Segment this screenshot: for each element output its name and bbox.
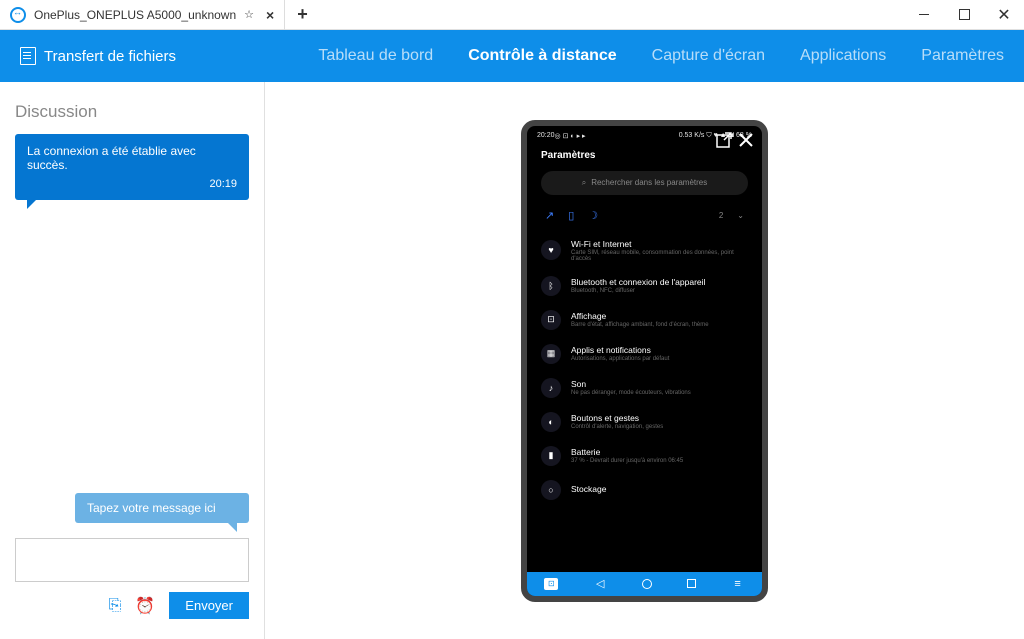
- setting-title: Affichage: [571, 311, 709, 321]
- setting-subtitle: Ne pas déranger, mode écouteurs, vibrati…: [571, 390, 691, 396]
- phone-search[interactable]: ⌕ Rechercher dans les paramètres: [541, 171, 748, 195]
- favorite-star-icon[interactable]: ☆: [244, 8, 254, 21]
- settings-item[interactable]: ○ Stockage: [527, 473, 762, 507]
- send-row: ⎘ ⏰ Envoyer: [15, 592, 249, 619]
- new-tab-button[interactable]: +: [285, 4, 320, 25]
- chevron-down-icon[interactable]: ⌄: [737, 211, 744, 220]
- message-input[interactable]: [15, 538, 249, 582]
- status-time: 20:20: [537, 132, 555, 139]
- popout-icon[interactable]: [716, 132, 732, 148]
- setting-title: Batterie: [571, 447, 683, 457]
- setting-title: Bluetooth et connexion de l'appareil: [571, 277, 705, 287]
- settings-item[interactable]: ᛒ Bluetooth et connexion de l'appareil B…: [527, 269, 762, 303]
- chat-message-time: 20:19: [27, 178, 237, 190]
- file-transfer-icon: [20, 47, 36, 65]
- chat-sidebar: Discussion La connexion a été établie av…: [0, 82, 265, 639]
- settings-item[interactable]: ♥ Wi-Fi et Internet Carte SIM, réseau mo…: [527, 232, 762, 269]
- quick-toggles: ↗ ▯ ☽ 2 ⌄: [527, 205, 762, 232]
- chat-message: La connexion a été établie avec succès. …: [15, 134, 249, 200]
- minimize-button[interactable]: [904, 0, 944, 30]
- settings-item[interactable]: ◐ Boutons et gestes Contrôl d'alerte, na…: [527, 405, 762, 439]
- nav-settings[interactable]: Paramètres: [921, 47, 1004, 65]
- chat-message-text: La connexion a été établie avec succès.: [27, 144, 237, 172]
- setting-subtitle: 37 % - Devrait durer jusqu'à environ 06:…: [571, 458, 683, 464]
- discussion-heading: Discussion: [15, 102, 249, 122]
- settings-list: ♥ Wi-Fi et Internet Carte SIM, réseau mo…: [527, 232, 762, 507]
- main-nav: Tableau de bord Contrôle à distance Capt…: [318, 47, 1004, 65]
- attach-file-icon[interactable]: ⎘: [109, 597, 122, 615]
- phone-frame[interactable]: 20:20 ◎ ⊡ ◐ ▸ ▸ 0.53 K/s ⛉ ♥ ▲ ◢ 68 % Pa…: [521, 120, 768, 602]
- setting-subtitle: Autorisations, applications par défaut: [571, 356, 669, 362]
- quick-data-icon[interactable]: ↗: [545, 209, 554, 222]
- phone-navbar: ⊡ ◁ ≡: [527, 572, 762, 596]
- close-window-button[interactable]: ✕: [984, 0, 1024, 30]
- nav-applications[interactable]: Applications: [800, 47, 886, 65]
- device-preview-area: 20:20 ◎ ⊡ ◐ ▸ ▸ 0.53 K/s ⛉ ♥ ▲ ◢ 68 % Pa…: [265, 82, 1024, 639]
- setting-title: Stockage: [571, 484, 606, 494]
- browser-tab[interactable]: OnePlus_ONEPLUS A5000_unknown ☆ ×: [0, 0, 285, 30]
- quick-phone-icon[interactable]: ▯: [568, 209, 574, 222]
- setting-subtitle: Bluetooth, NFC, diffuser: [571, 288, 705, 294]
- search-icon: ⌕: [582, 178, 586, 188]
- nav-screenshot[interactable]: Capture d'écran: [652, 47, 765, 65]
- close-tab-icon[interactable]: ×: [266, 7, 274, 23]
- setting-title: Son: [571, 379, 691, 389]
- nav-back-icon[interactable]: ◁: [593, 577, 607, 590]
- nav-menu-icon[interactable]: ≡: [731, 578, 745, 590]
- nav-home-icon[interactable]: [642, 579, 652, 589]
- quick-badge: 2: [719, 211, 723, 220]
- close-preview-icon[interactable]: [738, 132, 754, 148]
- settings-item[interactable]: ▮ Batterie 37 % - Devrait durer jusqu'à …: [527, 439, 762, 473]
- nav-teamviewer-icon[interactable]: ⊡: [544, 578, 558, 590]
- setting-subtitle: Contrôl d'alerte, navigation, gestes: [571, 424, 663, 430]
- tab-title: OnePlus_ONEPLUS A5000_unknown: [34, 8, 236, 22]
- top-nav-bar: Transfert de fichiers Tableau de bord Co…: [0, 30, 1024, 82]
- file-transfer-label: Transfert de fichiers: [44, 48, 176, 65]
- setting-subtitle: Carte SIM, réseau mobile, consommation d…: [571, 250, 748, 262]
- title-bar: OnePlus_ONEPLUS A5000_unknown ☆ × + ✕: [0, 0, 1024, 30]
- setting-title: Boutons et gestes: [571, 413, 663, 423]
- input-hint-bubble: Tapez votre message ici: [75, 493, 249, 523]
- setting-subtitle: Barre d'état, affichage ambiant, fond d'…: [571, 322, 709, 328]
- nudge-icon[interactable]: ⏰: [135, 596, 155, 616]
- setting-icon: ᛒ: [541, 276, 561, 296]
- setting-icon: ♪: [541, 378, 561, 398]
- setting-icon: ⊡: [541, 310, 561, 330]
- maximize-button[interactable]: [944, 0, 984, 30]
- setting-title: Applis et notifications: [571, 345, 669, 355]
- setting-icon: ○: [541, 480, 561, 500]
- nav-recent-icon[interactable]: [687, 579, 696, 588]
- setting-icon: ◐: [541, 412, 561, 432]
- send-button[interactable]: Envoyer: [169, 592, 249, 619]
- nav-remote-control[interactable]: Contrôle à distance: [468, 47, 616, 65]
- settings-item[interactable]: ⊡ Affichage Barre d'état, affichage ambi…: [527, 303, 762, 337]
- settings-item[interactable]: ▦ Applis et notifications Autorisations,…: [527, 337, 762, 371]
- setting-icon: ♥: [541, 240, 561, 260]
- search-placeholder: Rechercher dans les paramètres: [591, 178, 707, 187]
- setting-icon: ▦: [541, 344, 561, 364]
- main-area: Discussion La connexion a été établie av…: [0, 82, 1024, 639]
- setting-title: Wi-Fi et Internet: [571, 239, 748, 249]
- window-controls: ✕: [904, 0, 1024, 30]
- status-left-icons: ◎ ⊡ ◐ ▸ ▸: [555, 132, 586, 140]
- setting-icon: ▮: [541, 446, 561, 466]
- settings-item[interactable]: ♪ Son Ne pas déranger, mode écouteurs, v…: [527, 371, 762, 405]
- file-transfer-button[interactable]: Transfert de fichiers: [20, 47, 176, 65]
- teamviewer-icon: [10, 7, 26, 23]
- quick-moon-icon[interactable]: ☽: [588, 209, 598, 222]
- nav-dashboard[interactable]: Tableau de bord: [318, 47, 433, 65]
